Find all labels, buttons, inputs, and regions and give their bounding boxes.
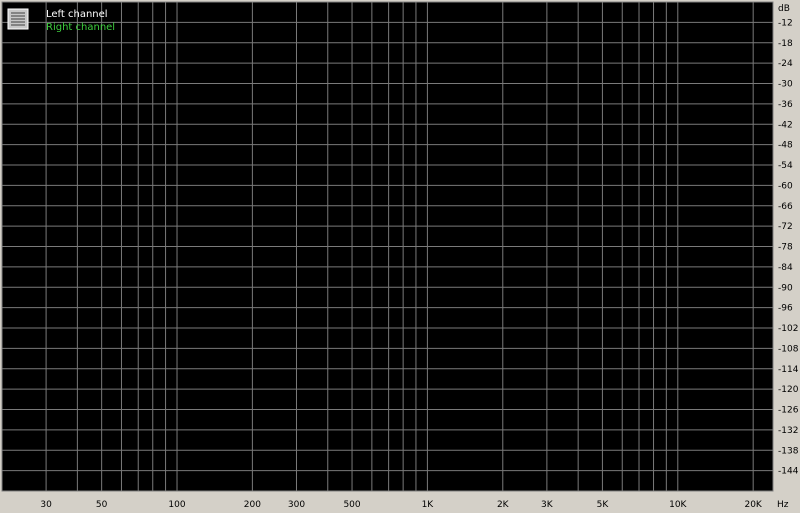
legend-box-icon [7,8,29,30]
y-tick-label: -120 [778,385,799,395]
y-axis-unit: dB [778,4,790,14]
y-tick-label: -102 [778,324,798,334]
x-tick-label: 500 [343,500,360,510]
y-tick-label: -90 [778,283,793,293]
x-tick-label: 100 [168,500,185,510]
spectrum-chart: dB Hz -12 -18 -24 -30 -36 -42 -48 -54 -60 -66 -72 -… [1,1,799,510]
x-tick-label: 1K [422,500,435,510]
x-tick-label: 3K [541,500,554,510]
y-tick-label: -12 [778,18,793,28]
legend-left-channel: Left channel [46,9,108,20]
x-tick-label: 200 [244,500,261,510]
y-tick-label: -96 [778,304,793,314]
y-tick-label: -78 [778,243,793,253]
x-axis-unit: Hz [777,500,789,510]
y-tick-label: -36 [778,100,793,110]
x-tick-label: 300 [288,500,305,510]
x-tick-label: 30 [40,500,52,510]
y-tick-label: -126 [778,406,799,416]
y-tick-label: -18 [778,39,793,49]
y-tick-label: -72 [778,222,793,232]
y-tick-label: -54 [778,161,793,171]
y-tick-label: -108 [778,344,799,354]
y-tick-label: -30 [778,80,793,90]
y-tick-label: -138 [778,446,799,456]
y-tick-label: -60 [778,181,793,191]
y-tick-label: -84 [778,263,793,273]
legend-right-channel: Right channel [46,22,115,33]
y-tick-label: -132 [778,426,798,436]
y-tick-label: -42 [778,120,793,130]
x-tick-label: 5K [597,500,610,510]
x-tick-label: 20K [744,500,762,510]
x-tick-label: 10K [669,500,687,510]
y-tick-label: -114 [778,365,799,375]
x-tick-label: 50 [96,500,108,510]
y-tick-label: -24 [778,59,793,69]
y-tick-label: -66 [778,202,793,212]
x-tick-label: 2K [497,500,510,510]
y-tick-label: -48 [778,141,793,151]
y-tick-label: -144 [778,467,799,477]
